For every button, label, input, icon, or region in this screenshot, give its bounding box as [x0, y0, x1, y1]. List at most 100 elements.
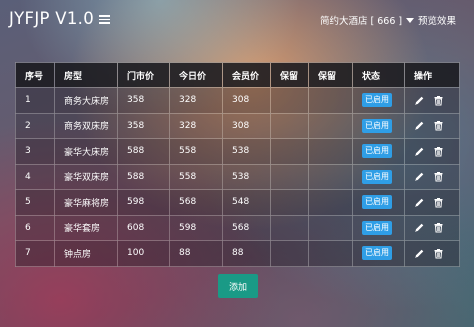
cell-actions — [404, 138, 460, 165]
cell-r1 — [270, 138, 309, 165]
cell-no: 5 — [15, 189, 55, 216]
room-price-table: 序号 房型 门市价 今日价 会员价 保留 保留 状态 操作 1 商务大床房 358 328 308 已启用… — [15, 62, 460, 267]
cell-member: 308 — [222, 87, 271, 114]
cell-r1 — [270, 189, 309, 216]
cell-today: 568 — [169, 189, 223, 216]
cell-today: 328 — [169, 87, 223, 114]
top-bar: JYFJP V1.0 简约大酒店 [ 666 ] 预览效果 — [0, 0, 474, 40]
add-button[interactable]: 添加 — [218, 274, 258, 298]
column-header: 会员价 — [222, 62, 271, 88]
cell-type: 豪华套房 — [54, 214, 118, 241]
cell-no: 4 — [15, 163, 55, 190]
cell-r2 — [308, 189, 353, 216]
cell-status: 已启用 — [352, 163, 405, 190]
cell-status: 已启用 — [352, 214, 405, 241]
column-header: 操作 — [404, 62, 460, 88]
pencil-icon[interactable] — [414, 120, 425, 131]
cell-r1 — [270, 163, 309, 190]
cell-type: 商务双床房 — [54, 112, 118, 139]
cell-status: 已启用 — [352, 189, 405, 216]
trash-icon[interactable] — [433, 95, 444, 106]
cell-r1 — [270, 240, 309, 267]
cell-no: 1 — [15, 87, 55, 114]
table-row: 6 豪华套房 608 598 568 已启用 — [15, 214, 460, 241]
hotel-selector-label: 简约大酒店 [ 666 ] — [320, 16, 403, 27]
pencil-icon[interactable] — [414, 146, 425, 157]
cell-today: 328 — [169, 112, 223, 139]
trash-icon[interactable] — [433, 248, 444, 259]
cell-today: 88 — [169, 240, 223, 267]
app-title: JYFJP V1.0 — [9, 9, 95, 28]
cell-today: 598 — [169, 214, 223, 241]
cell-status: 已启用 — [352, 87, 405, 114]
pencil-icon[interactable] — [414, 248, 425, 259]
cell-no: 3 — [15, 138, 55, 165]
column-header: 序号 — [15, 62, 55, 88]
cell-type: 豪华麻将房 — [54, 189, 118, 216]
cell-rack: 100 — [117, 240, 170, 267]
trash-icon[interactable] — [433, 222, 444, 233]
table-header-row: 序号 房型 门市价 今日价 会员价 保留 保留 状态 操作 — [15, 62, 460, 88]
cell-actions — [404, 87, 460, 114]
caret-down-icon — [406, 18, 415, 23]
column-header: 保留 — [308, 62, 353, 88]
status-badge[interactable]: 已启用 — [362, 195, 392, 210]
cell-r2 — [308, 240, 353, 267]
cell-r1 — [270, 112, 309, 139]
trash-icon[interactable] — [433, 197, 444, 208]
cell-r2 — [308, 112, 353, 139]
cell-type: 豪华双床房 — [54, 163, 118, 190]
table-row: 4 豪华双床房 588 558 538 已启用 — [15, 163, 460, 190]
pencil-icon[interactable] — [414, 222, 425, 233]
cell-actions — [404, 214, 460, 241]
status-badge[interactable]: 已启用 — [362, 93, 392, 108]
trash-icon[interactable] — [433, 146, 444, 157]
menu-icon[interactable] — [99, 15, 110, 24]
pencil-icon[interactable] — [414, 171, 425, 182]
cell-type: 豪华大床房 — [54, 138, 118, 165]
cell-status: 已启用 — [352, 240, 405, 267]
cell-rack: 588 — [117, 138, 170, 165]
cell-r2 — [308, 87, 353, 114]
cell-rack: 588 — [117, 163, 170, 190]
pencil-icon[interactable] — [414, 197, 425, 208]
cell-r2 — [308, 138, 353, 165]
status-badge[interactable]: 已启用 — [362, 220, 392, 235]
hotel-selector[interactable]: 简约大酒店 [ 666 ] — [320, 13, 415, 27]
cell-status: 已启用 — [352, 138, 405, 165]
table-row: 3 豪华大床房 588 558 538 已启用 — [15, 138, 460, 165]
cell-member: 538 — [222, 163, 271, 190]
cell-r2 — [308, 214, 353, 241]
cell-rack: 598 — [117, 189, 170, 216]
cell-member: 308 — [222, 112, 271, 139]
column-header: 今日价 — [169, 62, 223, 88]
cell-rack: 358 — [117, 112, 170, 139]
cell-actions — [404, 163, 460, 190]
cell-r1 — [270, 214, 309, 241]
cell-actions — [404, 240, 460, 267]
status-badge[interactable]: 已启用 — [362, 118, 392, 133]
trash-icon[interactable] — [433, 120, 444, 131]
cell-r2 — [308, 163, 353, 190]
trash-icon[interactable] — [433, 171, 444, 182]
table-row: 1 商务大床房 358 328 308 已启用 — [15, 87, 460, 114]
preview-link[interactable]: 预览效果 — [418, 13, 456, 27]
column-header: 门市价 — [117, 62, 170, 88]
table-body: 1 商务大床房 358 328 308 已启用 2 商务双床房 358 328 308 已启用 3 豪华大… — [15, 87, 460, 267]
status-badge[interactable]: 已启用 — [362, 169, 392, 184]
cell-today: 558 — [169, 138, 223, 165]
cell-rack: 608 — [117, 214, 170, 241]
cell-today: 558 — [169, 163, 223, 190]
table-row: 2 商务双床房 358 328 308 已启用 — [15, 112, 460, 139]
column-header: 房型 — [54, 62, 118, 88]
status-badge[interactable]: 已启用 — [362, 144, 392, 159]
cell-r1 — [270, 87, 309, 114]
cell-member: 548 — [222, 189, 271, 216]
cell-actions — [404, 189, 460, 216]
cell-no: 7 — [15, 240, 55, 267]
pencil-icon[interactable] — [414, 95, 425, 106]
cell-member: 88 — [222, 240, 271, 267]
cell-member: 568 — [222, 214, 271, 241]
cell-rack: 358 — [117, 87, 170, 114]
status-badge[interactable]: 已启用 — [362, 246, 392, 261]
